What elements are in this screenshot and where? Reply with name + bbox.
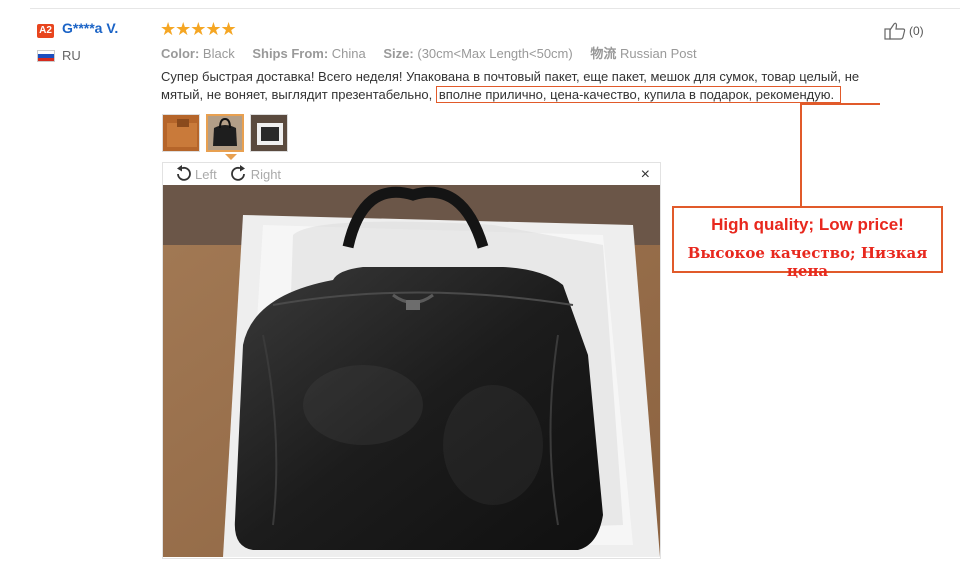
- order-attributes: Color: Black Ships From: China Size: (30…: [161, 43, 711, 62]
- attr-label: Color:: [161, 46, 200, 61]
- attr-label: 物流: [590, 46, 617, 61]
- review-photo: [163, 185, 660, 557]
- thumbs-up-icon: [884, 22, 906, 40]
- attr-value: China: [331, 46, 366, 61]
- promo-callout: High quality; Low price! Высокое качеств…: [672, 206, 943, 280]
- viewer-toolbar: Left Right: [173, 165, 289, 183]
- close-icon[interactable]: ×: [641, 166, 650, 184]
- rotate-left-label: Left: [195, 166, 217, 182]
- buyer-level-badge: A2: [37, 24, 54, 38]
- attr-value: Black: [202, 46, 235, 61]
- photo-thumbnail-selected[interactable]: [206, 114, 244, 152]
- callout-russian-text: Высокое качество; Низкая цена: [687, 244, 928, 280]
- photo-viewer: Left Right ×: [162, 162, 661, 559]
- rotate-left-button[interactable]: Left: [173, 165, 217, 183]
- callout-connector: [800, 103, 802, 207]
- rotate-right-button[interactable]: Right: [229, 165, 281, 183]
- callout-english-text: High quality; Low price!: [711, 215, 904, 234]
- divider: [30, 8, 960, 9]
- photo-thumbnail[interactable]: [162, 114, 200, 152]
- star-rating: ★★★★★: [160, 19, 237, 39]
- russia-flag-icon: [37, 50, 55, 62]
- attr-value: Russian Post: [619, 46, 697, 61]
- helpful-count: (0): [909, 24, 924, 38]
- attr-label: Size:: [383, 46, 414, 61]
- review-text: Супер быстрая доставка! Всего неделя! Уп…: [161, 68, 901, 104]
- reviewer-country: RU: [62, 48, 81, 63]
- rotate-left-icon: [177, 165, 191, 181]
- helpful-button[interactable]: (0): [884, 22, 924, 40]
- rotate-right-label: Right: [250, 166, 282, 182]
- attr-label: Ships From:: [252, 46, 329, 61]
- review-text-highlight: вполне прилично, цена-качество, купила в…: [435, 86, 842, 103]
- review-photo-thumbnails: [162, 114, 288, 152]
- reviewer-name[interactable]: G****a V.: [62, 20, 118, 36]
- callout-connector: [800, 103, 880, 105]
- rotate-right-icon: [230, 165, 245, 181]
- selected-thumbnail-indicator: [225, 154, 237, 160]
- photo-thumbnail[interactable]: [250, 114, 288, 152]
- attr-value: (30cm<Max Length<50cm): [417, 46, 573, 61]
